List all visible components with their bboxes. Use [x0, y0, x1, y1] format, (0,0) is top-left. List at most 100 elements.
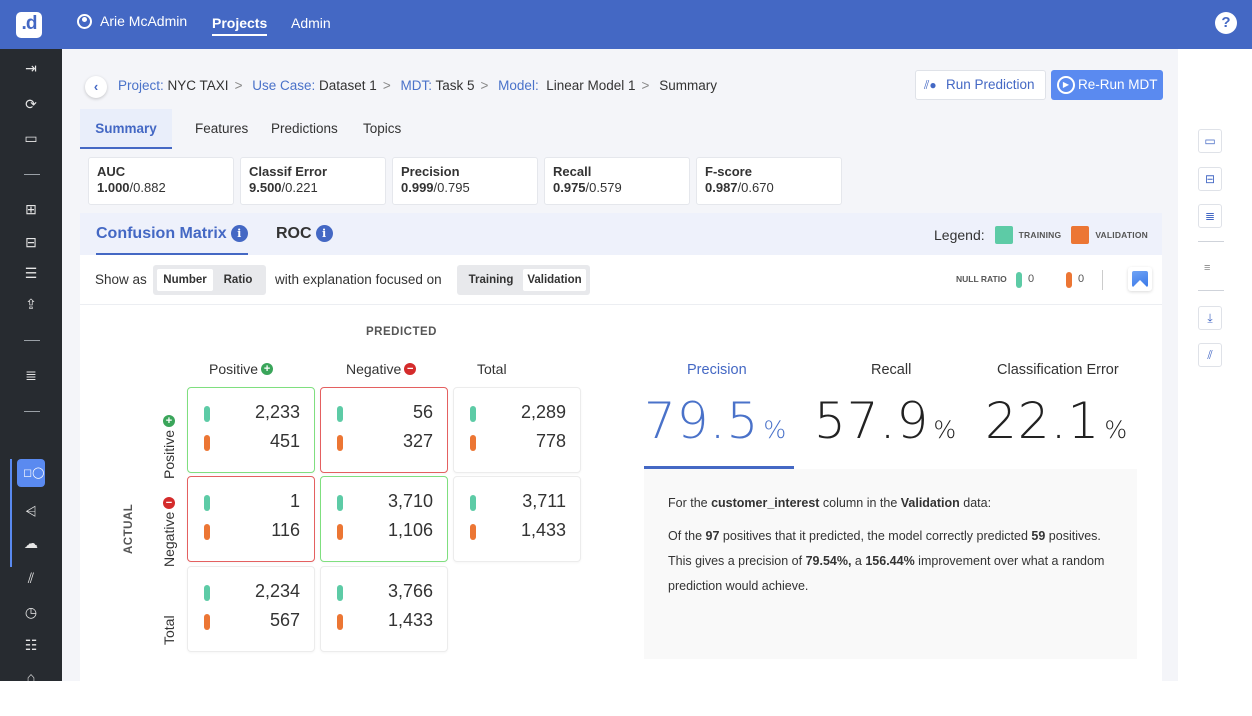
- validation-pill: [204, 524, 210, 540]
- divider: [1198, 290, 1224, 291]
- metric-label: AUC: [97, 164, 126, 179]
- export-image-button[interactable]: [1128, 267, 1152, 291]
- stat-tab-classification-error[interactable]: Classification Error: [997, 362, 1119, 378]
- validation-count: 1,433: [520, 520, 566, 540]
- more-icon[interactable]: ⌂: [23, 669, 39, 681]
- tab-predictions[interactable]: Predictions: [271, 109, 338, 149]
- validation-pill: [204, 435, 210, 451]
- tab-roc[interactable]: ROC i: [276, 225, 333, 243]
- divider: [1198, 241, 1224, 242]
- list-icon[interactable]: ≣: [23, 367, 39, 383]
- divider: [1102, 270, 1103, 290]
- metric-value: 0.975/0.579: [553, 180, 622, 195]
- expand-sidebar-icon[interactable]: ⇥: [23, 60, 39, 76]
- info-icon[interactable]: i: [230, 225, 248, 242]
- training-pill: [337, 495, 343, 511]
- database-icon[interactable]: ☰: [23, 265, 39, 281]
- legend: Legend: TRAINING VALIDATION: [934, 226, 1148, 244]
- cell-false-negative: 56 327: [320, 387, 448, 473]
- metric-card-classif-error: Classif Error 9.500/0.221: [240, 157, 386, 205]
- legend-validation-swatch: [1071, 226, 1090, 244]
- training-pill: [204, 495, 210, 511]
- top-bar: .d Arie McAdmin Projects Admin ?: [0, 0, 1252, 49]
- cell-predicted-negative-total: 3,766 1,433: [320, 566, 448, 652]
- col-header-positive: Positive +: [209, 361, 274, 377]
- user-name: Arie McAdmin: [100, 13, 188, 29]
- run-prediction-button[interactable]: ⫽● Run Prediction: [915, 70, 1046, 100]
- metrics-row: AUC 1.000/0.882 Classif Error 9.500/0.22…: [80, 149, 1162, 213]
- validation-pill: [337, 435, 343, 451]
- breadcrumb-model[interactable]: Model: Linear Model 1: [498, 78, 635, 93]
- rerun-mdt-button[interactable]: ▶ Re-Run MDT: [1051, 70, 1163, 100]
- breadcrumb: Project: NYC TAXI > Use Case: Dataset 1 > …: [118, 78, 717, 93]
- breadcrumb-use-case[interactable]: Use Case: Dataset 1: [252, 78, 377, 93]
- number-option[interactable]: Number: [157, 269, 213, 291]
- breadcrumb-bar: ‹ Project: NYC TAXI > Use Case: Dataset 1…: [80, 49, 1163, 109]
- run-prediction-label: Run Prediction: [946, 77, 1035, 92]
- prediction-icon[interactable]: ⫽: [23, 570, 39, 586]
- explanation-toggle: Training Validation: [457, 265, 590, 295]
- list-icon[interactable]: ≣: [1198, 204, 1222, 228]
- training-option[interactable]: Training: [461, 269, 521, 291]
- classification-error-value: 22.1%: [985, 392, 1129, 450]
- breadcrumb-project[interactable]: Project: NYC TAXI: [118, 78, 229, 93]
- rerun-icon[interactable]: ⟳: [23, 96, 39, 112]
- back-button[interactable]: ‹: [85, 76, 107, 98]
- tab-confusion-matrix[interactable]: Confusion Matrix i: [96, 225, 248, 255]
- validation-option[interactable]: Validation: [523, 269, 586, 291]
- row-header-total: Total: [161, 615, 177, 645]
- ratio-option[interactable]: Ratio: [215, 269, 261, 291]
- validation-pill: [337, 614, 343, 630]
- inbox-icon[interactable]: ⊟: [23, 234, 39, 250]
- rerun-icon: ▶: [1057, 76, 1075, 94]
- timer-icon[interactable]: ◷: [23, 604, 39, 620]
- download-icon[interactable]: ⤓: [1198, 306, 1222, 330]
- user-icon: [77, 13, 92, 29]
- nav-projects[interactable]: Projects: [212, 15, 268, 36]
- validation-count: 1,433: [387, 610, 433, 630]
- nav-admin[interactable]: Admin: [291, 15, 331, 31]
- cell-true-positive: 2,233 451: [187, 387, 315, 473]
- database-upload-icon[interactable]: ⇪: [23, 296, 39, 312]
- cell-predicted-positive-total: 2,234 567: [187, 566, 315, 652]
- training-count: 2,289: [520, 402, 566, 422]
- breadcrumb-mdt[interactable]: MDT: Task 5: [400, 78, 474, 93]
- grid-icon[interactable]: ⊞: [23, 201, 39, 217]
- filter-icon[interactable]: ≡: [1204, 262, 1210, 274]
- metric-label: Precision: [401, 164, 460, 179]
- folder-icon[interactable]: ▭: [23, 130, 39, 146]
- training-count: 3,711: [522, 491, 566, 511]
- validation-count: 451: [269, 431, 300, 451]
- tab-features[interactable]: Features: [195, 109, 248, 149]
- left-sidebar: ⇥ ⟳ ▭ ⊞ ⊟ ☰ ⇪ ≣ ◻◯ ⩤ ☁ ⫽ ◷ ☷ ⌂: [0, 49, 62, 681]
- help-icon[interactable]: ?: [1215, 12, 1237, 34]
- stat-tab-recall[interactable]: Recall: [871, 362, 911, 378]
- validation-count: 116: [271, 520, 300, 540]
- server-settings-icon[interactable]: ☷: [23, 637, 39, 653]
- plus-icon: +: [163, 414, 175, 427]
- tab-summary[interactable]: Summary: [80, 109, 172, 149]
- validation-null-value: 0: [1078, 273, 1085, 285]
- metric-card-recall: Recall 0.975/0.579: [544, 157, 690, 205]
- stat-tab-precision[interactable]: Precision: [687, 362, 747, 378]
- validation-null-pill: [1066, 272, 1072, 288]
- chart-tabs: Confusion Matrix i ROC i Legend: TRAINING …: [80, 213, 1162, 255]
- training-pill: [337, 585, 343, 601]
- user-menu[interactable]: Arie McAdmin: [77, 13, 187, 29]
- training-null-pill: [1016, 272, 1022, 288]
- app-logo[interactable]: .d: [16, 12, 42, 38]
- shapes-icon: ◻◯: [23, 467, 45, 479]
- metric-value: 9.500/0.221: [249, 180, 318, 195]
- validation-pill: [470, 524, 476, 540]
- metric-label: Recall: [553, 164, 592, 179]
- show-as-toggle: Number Ratio: [153, 265, 266, 295]
- inbox-icon[interactable]: ⊟: [1198, 167, 1222, 191]
- cloud-icon[interactable]: ☁: [23, 535, 39, 551]
- share-nodes-icon[interactable]: ⩤: [23, 503, 39, 519]
- folder-icon[interactable]: ▭: [1198, 129, 1222, 153]
- prediction-icon[interactable]: ⫽: [1198, 343, 1222, 367]
- training-null-value: 0: [1028, 273, 1035, 285]
- validation-count: 1,106: [387, 520, 433, 540]
- info-icon[interactable]: i: [315, 225, 333, 242]
- tab-topics[interactable]: Topics: [363, 109, 401, 149]
